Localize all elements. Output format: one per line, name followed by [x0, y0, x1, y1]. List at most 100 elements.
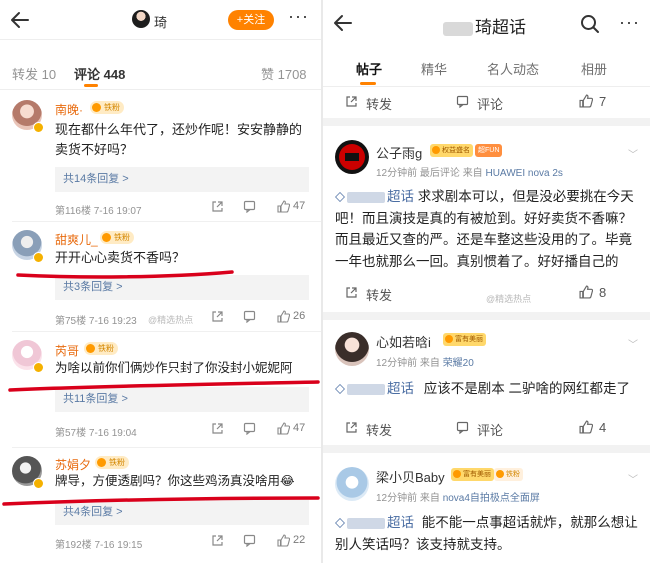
diamond-icon [335, 192, 345, 203]
post-action-bar: 转发 评论 7 [323, 87, 650, 117]
super-topic-panel: 琦超话 ··· 帖子 精华 名人动态 相册 转发 评论 7 公子雨g 权益盛名 … [323, 0, 650, 563]
post-meta: 12分钟前 最后评论 来自 HUAWEI nova 2s [376, 168, 563, 179]
diamond-icon [335, 384, 345, 395]
reply-count-link[interactable]: 共14条回复 > [55, 167, 309, 192]
red-underline-mark [8, 380, 320, 392]
topic-post: 梁小贝Baby 富有美丽 铁粉 12分钟前 来自 nova4自拍极点全面屏 ﹀ … [323, 453, 650, 563]
topic-post: 公子雨g 权益盛名 超FUN 12分钟前 最后评论 来自 HUAWEI nova… [323, 126, 650, 316]
like-icon[interactable] [579, 285, 593, 299]
more-icon[interactable]: ··· [619, 12, 640, 33]
post-username[interactable]: 心如若晗i [376, 332, 431, 351]
fan-badge: 铁粉 [100, 231, 134, 244]
verified-icon [33, 362, 44, 373]
comment-text: 开开心心卖货不香吗？ [55, 250, 186, 265]
watermark: @精选热点 [486, 294, 532, 304]
comment-icon[interactable] [243, 534, 256, 547]
repost-label[interactable]: 转发 [366, 94, 392, 113]
like-icon[interactable] [277, 422, 290, 435]
comment-text: 现在都什么年代了，还炒作呢！安安静静的 卖货不好吗？ [55, 122, 303, 157]
tab-featured[interactable]: 精华 [421, 59, 447, 78]
member-badge: 富有美丽 [451, 468, 494, 481]
topic-link[interactable]: 超话 [335, 381, 414, 396]
author-avatar[interactable] [132, 10, 150, 28]
like-count: 47 [293, 422, 306, 434]
comment-username[interactable]: 南晚· [55, 101, 83, 118]
like-icon[interactable] [579, 420, 593, 434]
red-underline-mark [16, 270, 234, 279]
avatar[interactable] [335, 140, 369, 174]
like-count: 4 [599, 420, 607, 435]
tab-underline [360, 82, 376, 85]
tab-comments[interactable]: 评论 448 [74, 64, 125, 83]
topic-post: 心如若晗i 富有美丽 12分钟前 来自 荣耀20 ﹀ 超话 应该不是剧本 二驴啥… [323, 320, 650, 445]
post-body: 超话 求求剧本可以，但是没必要挑在今天吧！而且演技是真的有被尬到。好好卖货不香嘛… [335, 189, 634, 269]
verified-icon [33, 122, 44, 133]
red-underline-mark [2, 496, 320, 506]
post-meta: 12分钟前 来自 nova4自拍极点全面屏 [376, 493, 540, 504]
comment-label[interactable]: 评论 [477, 94, 503, 113]
comment-text: 为啥以前你们俩炒作只封了你没封小妮妮阿 [55, 361, 293, 375]
fan-badge: 铁粉 [494, 468, 523, 481]
avatar[interactable] [335, 467, 369, 501]
topic-link[interactable]: 超话 [335, 189, 414, 204]
back-arrow-icon[interactable] [8, 8, 32, 32]
comments-panel: 琦 +关注 ··· 转发 10 评论 448 赞 1708 南晚· 铁粉 现在都… [0, 0, 321, 563]
repost-label[interactable]: 转发 [366, 285, 392, 304]
share-icon[interactable] [345, 95, 358, 108]
member-badge: 权益盛名 [430, 144, 473, 157]
like-icon[interactable] [277, 200, 290, 213]
more-icon[interactable]: ··· [288, 6, 309, 27]
share-icon[interactable] [211, 534, 224, 547]
like-icon[interactable] [277, 310, 290, 323]
tab-reposts[interactable]: 转发 10 [12, 64, 56, 83]
comment-icon[interactable] [243, 310, 256, 323]
comment-icon[interactable] [243, 200, 256, 213]
chevron-down-icon[interactable]: ﹀ [628, 336, 638, 351]
comment-username[interactable]: 甜爽儿_ [55, 231, 98, 248]
share-icon[interactable] [345, 421, 358, 434]
share-icon[interactable] [211, 200, 224, 213]
comment-label[interactable]: 评论 [477, 420, 503, 439]
comment-icon[interactable] [456, 95, 469, 108]
avatar[interactable] [335, 332, 369, 366]
tab-underline [84, 84, 98, 87]
share-icon[interactable] [211, 422, 224, 435]
share-icon[interactable] [345, 286, 358, 299]
avatar-logo-icon [339, 144, 365, 170]
post-body: 超话 能不能一点事超话就炸，就那么想让别人笑话吗？该支持就支持。 [335, 515, 638, 552]
tab-album[interactable]: 相册 [581, 59, 607, 78]
left-top-bar: 琦 +关注 ··· [0, 0, 321, 40]
like-icon[interactable] [277, 534, 290, 547]
section-gap [323, 445, 650, 453]
comment-icon[interactable] [243, 422, 256, 435]
share-icon[interactable] [211, 310, 224, 323]
post-meta: 12分钟前 来自 荣耀20 [376, 358, 474, 369]
author-name[interactable]: 琦 [154, 12, 167, 31]
comment-icon[interactable] [456, 421, 469, 434]
section-gap [323, 118, 650, 126]
comment-text: 牌导，方便透剧吗？你这些鸡汤真没啥用😂 [55, 474, 295, 488]
like-count: 7 [599, 94, 607, 109]
chevron-down-icon[interactable]: ﹀ [628, 146, 638, 161]
comment-meta: 第116楼 7-16 19:07 [55, 206, 142, 217]
post-tabs: 转发 10 评论 448 赞 1708 [0, 40, 321, 90]
watermark: @精选热点 [148, 315, 194, 325]
post-username[interactable]: 梁小贝Baby [376, 467, 445, 486]
like-count: 47 [293, 200, 306, 212]
search-icon[interactable] [580, 14, 600, 34]
post-username[interactable]: 公子雨g [376, 143, 422, 162]
follow-button[interactable]: +关注 [228, 10, 274, 30]
chevron-down-icon[interactable]: ﹀ [628, 471, 638, 486]
tab-likes[interactable]: 赞 1708 [261, 64, 307, 83]
comment-item: 南晚· 铁粉 现在都什么年代了，还炒作呢！安安静静的 卖货不好吗？ 共14条回复… [0, 92, 321, 222]
like-count: 22 [293, 534, 306, 546]
repost-label[interactable]: 转发 [366, 420, 392, 439]
blurred-name [443, 21, 473, 36]
comment-username[interactable]: 芮哥 [55, 342, 79, 359]
comment-meta: 第75楼 7-16 19:23 [55, 316, 137, 327]
topic-link[interactable]: 超话 [335, 515, 414, 530]
back-arrow-icon[interactable] [331, 11, 355, 35]
tab-posts[interactable]: 帖子 [356, 59, 382, 78]
like-icon[interactable] [579, 94, 593, 108]
tab-celebrity-updates[interactable]: 名人动态 [487, 59, 539, 78]
